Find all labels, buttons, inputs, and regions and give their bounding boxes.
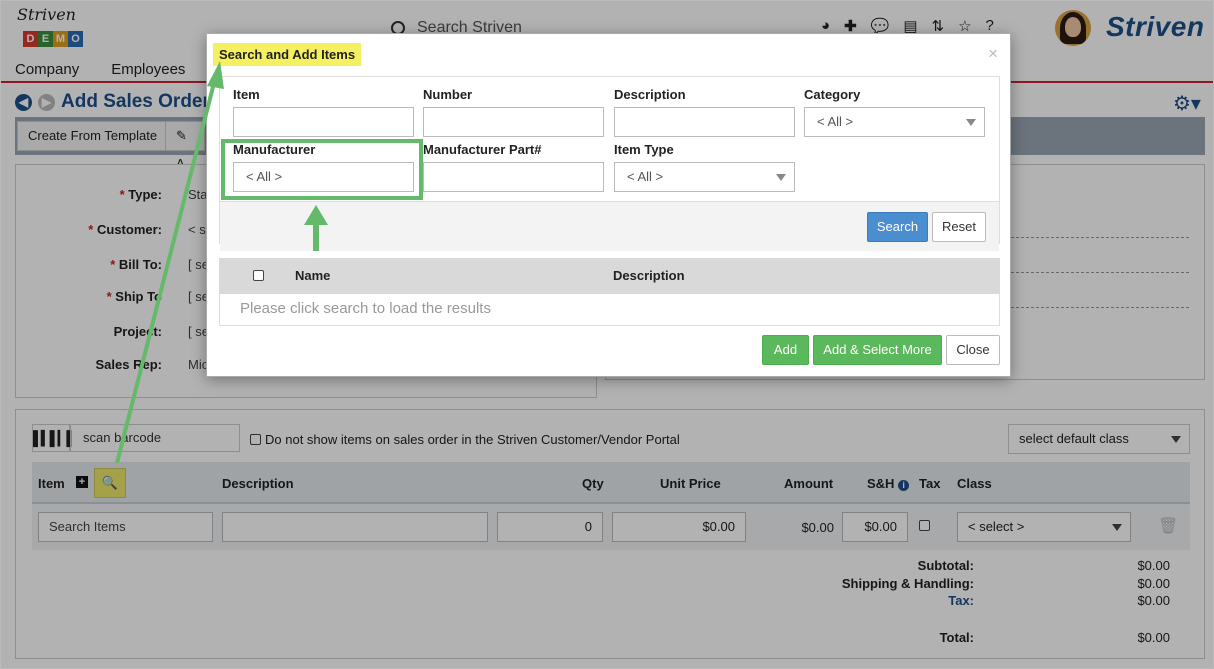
results-header: Name Description: [219, 258, 1000, 294]
add-button[interactable]: Add: [762, 335, 809, 365]
category-filter-label: Category: [804, 87, 861, 102]
filter-button-bar: Search Reset: [220, 201, 999, 251]
close-icon[interactable]: ×: [988, 44, 998, 64]
results-description-header: Description: [613, 268, 685, 283]
number-filter-label: Number: [423, 87, 473, 102]
results-empty-message: Please click search to load the results: [219, 294, 1000, 326]
close-button[interactable]: Close: [946, 335, 1000, 365]
number-filter-input[interactable]: [423, 107, 604, 137]
manufacturer-part-filter-input[interactable]: [423, 162, 604, 192]
description-filter-label: Description: [614, 87, 686, 102]
search-add-items-modal: Search and Add Items × Item Number Descr…: [206, 33, 1011, 377]
results-name-header: Name: [295, 268, 331, 283]
manufacturer-filter-label: Manufacturer: [233, 142, 316, 157]
select-all-checkbox[interactable]: [253, 270, 264, 281]
item-type-filter-select[interactable]: < All >: [614, 162, 795, 192]
reset-button[interactable]: Reset: [932, 212, 986, 242]
item-filter-input[interactable]: [233, 107, 414, 137]
add-select-more-button[interactable]: Add & Select More: [813, 335, 942, 365]
item-type-filter-value: < All >: [627, 169, 664, 184]
app-window: Striven D E M O Search Striven ◕ ✚ 💬 ▤ ⇅…: [0, 0, 1214, 669]
modal-title: Search and Add Items: [213, 43, 362, 66]
item-filter-label: Item: [233, 87, 260, 102]
filter-panel: Item Number Description Category < All >…: [219, 76, 1000, 251]
category-filter-select[interactable]: < All >: [804, 107, 985, 137]
description-filter-input[interactable]: [614, 107, 795, 137]
chevron-down-icon: [966, 119, 976, 126]
manufacturer-filter-select[interactable]: < All >: [233, 162, 414, 192]
category-filter-value: < All >: [817, 114, 854, 129]
search-button[interactable]: Search: [867, 212, 928, 242]
item-type-filter-label: Item Type: [614, 142, 674, 157]
manufacturer-part-filter-label: Manufacturer Part#: [423, 142, 542, 157]
chevron-down-icon: [776, 174, 786, 181]
